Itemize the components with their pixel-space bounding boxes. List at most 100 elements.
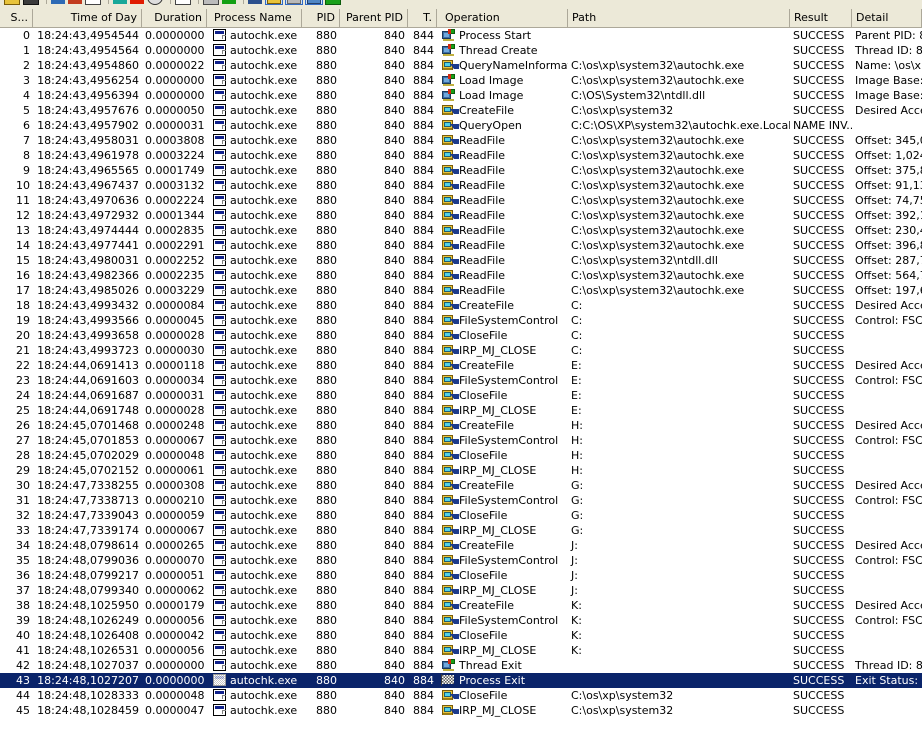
cell-pid: 880 <box>302 553 340 568</box>
column-header-proc[interactable]: Process Name <box>210 9 302 27</box>
table-row[interactable]: 18 18:24:43,4993432 0.0000084 autochk.exe 88… <box>0 298 922 313</box>
table-row[interactable]: 33 18:24:47,7339174 0.0000067 autochk.exe 88… <box>0 523 922 538</box>
cell-res-text: SUCCESS <box>793 239 845 252</box>
props-icon[interactable] <box>203 0 219 5</box>
clear-icon[interactable] <box>85 0 101 5</box>
table-row[interactable]: 36 18:24:48,0799217 0.0000051 autochk.exe 88… <box>0 568 922 583</box>
open-icon[interactable] <box>4 0 20 5</box>
table-row[interactable]: 34 18:24:48,0798614 0.0000265 autochk.exe 88… <box>0 538 922 553</box>
cell-seq-text: 43 <box>16 674 30 687</box>
table-row[interactable]: 43 18:24:48,1027207 0.0000000 autochk.exe 88… <box>0 673 922 688</box>
table-row[interactable]: 39 18:24:48,1026249 0.0000056 autochk.exe 88… <box>0 613 922 628</box>
column-header-ppid[interactable]: Parent PID <box>340 9 408 27</box>
include-icon[interactable] <box>222 0 236 4</box>
find-icon[interactable] <box>147 0 163 5</box>
table-row[interactable]: 12 18:24:43,4972932 0.0001344 autochk.exe 88… <box>0 208 922 223</box>
process-event-icon <box>442 89 455 101</box>
cell-pid: 880 <box>302 628 340 643</box>
network-icon[interactable] <box>285 0 303 5</box>
table-row[interactable]: 11 18:24:43,4970636 0.0002224 autochk.exe 88… <box>0 193 922 208</box>
column-header-dur[interactable]: Duration <box>142 9 207 27</box>
cell-path-text: C:\os\xp\system32 <box>571 104 674 117</box>
event-list[interactable]: 0 18:24:43,4954544 0.0000000 autochk.exe 880… <box>0 28 922 729</box>
cell-proc: autochk.exe <box>210 478 302 493</box>
column-header-row[interactable]: S... Time of Day Duration Process Name PID Pa… <box>0 9 922 28</box>
save-icon[interactable] <box>23 0 39 5</box>
table-row[interactable]: 38 18:24:48,1025950 0.0000179 autochk.exe 88… <box>0 598 922 613</box>
table-row[interactable]: 27 18:24:45,0701853 0.0000067 autochk.exe 88… <box>0 433 922 448</box>
column-header-path[interactable]: Path <box>568 9 790 27</box>
highlight-icon[interactable] <box>130 0 144 4</box>
cell-proc-text: autochk.exe <box>230 149 298 162</box>
table-row[interactable]: 5 18:24:43,4957676 0.0000050 autochk.exe 880… <box>0 103 922 118</box>
table-row[interactable]: 2 18:24:43,4954860 0.0000022 autochk.exe 880… <box>0 58 922 73</box>
registry-icon[interactable] <box>248 0 262 4</box>
column-header-tid[interactable]: T. <box>408 9 437 27</box>
column-header-op[interactable]: Operation <box>441 9 568 27</box>
table-row[interactable]: 32 18:24:47,7339043 0.0000059 autochk.exe 88… <box>0 508 922 523</box>
table-row[interactable]: 0 18:24:43,4954544 0.0000000 autochk.exe 880… <box>0 28 922 43</box>
table-row[interactable]: 9 18:24:43,4965565 0.0001749 autochk.exe 880… <box>0 163 922 178</box>
window-icon <box>213 329 226 341</box>
table-row[interactable]: 23 18:24:44,0691603 0.0000034 autochk.exe 88… <box>0 373 922 388</box>
window-icon <box>213 494 226 506</box>
table-row[interactable]: 25 18:24:44,0691748 0.0000028 autochk.exe 88… <box>0 403 922 418</box>
table-row[interactable]: 26 18:24:45,0701468 0.0000248 autochk.exe 88… <box>0 418 922 433</box>
autoscroll-icon[interactable] <box>68 0 82 4</box>
table-row[interactable]: 35 18:24:48,0799036 0.0000070 autochk.exe 88… <box>0 553 922 568</box>
table-row[interactable]: 44 18:24:48,1028333 0.0000048 autochk.exe 88… <box>0 688 922 703</box>
jump-icon[interactable] <box>175 0 191 5</box>
file-event-icon <box>442 59 459 71</box>
table-row[interactable]: 16 18:24:43,4982366 0.0002235 autochk.exe 88… <box>0 268 922 283</box>
cell-path-text: H: <box>571 464 583 477</box>
table-row[interactable]: 41 18:24:48,1026531 0.0000056 autochk.exe 88… <box>0 643 922 658</box>
table-row[interactable]: 21 18:24:43,4993723 0.0000030 autochk.exe 88… <box>0 343 922 358</box>
table-row[interactable]: 45 18:24:48,1028459 0.0000047 autochk.exe 88… <box>0 703 922 718</box>
table-row[interactable]: 7 18:24:43,4958031 0.0003808 autochk.exe 880… <box>0 133 922 148</box>
table-row[interactable]: 6 18:24:43,4957902 0.0000031 autochk.exe 880… <box>0 118 922 133</box>
cell-path-text: C: <box>571 344 583 357</box>
capture-icon[interactable] <box>51 0 65 4</box>
table-row[interactable]: 15 18:24:43,4980031 0.0002252 autochk.exe 88… <box>0 253 922 268</box>
table-row[interactable]: 17 18:24:43,4985026 0.0003229 autochk.exe 88… <box>0 283 922 298</box>
cell-res-text: SUCCESS <box>793 509 845 522</box>
cell-path-text: C: <box>571 314 583 327</box>
table-row[interactable]: 10 18:24:43,4967437 0.0003132 autochk.exe 88… <box>0 178 922 193</box>
table-row[interactable]: 42 18:24:48,1027037 0.0000000 autochk.exe 88… <box>0 658 922 673</box>
cell-tid: 884 <box>408 133 437 148</box>
table-row[interactable]: 29 18:24:45,0702152 0.0000061 autochk.exe 88… <box>0 463 922 478</box>
cell-det: Control: FSCT <box>852 613 922 628</box>
table-row[interactable]: 40 18:24:48,1026408 0.0000042 autochk.exe 88… <box>0 628 922 643</box>
table-row[interactable]: 3 18:24:43,4956254 0.0000000 autochk.exe 880… <box>0 73 922 88</box>
table-row[interactable]: 4 18:24:43,4956394 0.0000000 autochk.exe 880… <box>0 88 922 103</box>
table-row[interactable]: 30 18:24:47,7338255 0.0000308 autochk.exe 88… <box>0 478 922 493</box>
cell-time-text: 18:24:43,4974444 <box>37 224 139 237</box>
table-row[interactable]: 37 18:24:48,0799340 0.0000062 autochk.exe 88… <box>0 583 922 598</box>
table-row[interactable]: 14 18:24:43,4977441 0.0002291 autochk.exe 88… <box>0 238 922 253</box>
table-row[interactable]: 31 18:24:47,7338713 0.0000210 autochk.exe 88… <box>0 493 922 508</box>
filesystem-icon[interactable] <box>265 0 283 5</box>
profiling-icon[interactable] <box>325 0 341 5</box>
cell-dur-text: 0.0000000 <box>145 74 205 87</box>
table-row[interactable]: 8 18:24:43,4961978 0.0003224 autochk.exe 880… <box>0 148 922 163</box>
process-icon[interactable] <box>305 0 323 5</box>
filter-icon[interactable] <box>113 0 127 4</box>
column-header-res[interactable]: Result <box>790 9 852 27</box>
cell-proc: autochk.exe <box>210 553 302 568</box>
table-row[interactable]: 13 18:24:43,4974444 0.0002835 autochk.exe 88… <box>0 223 922 238</box>
column-header-time[interactable]: Time of Day <box>33 9 142 27</box>
column-header-det[interactable]: Detail <box>852 9 922 27</box>
column-header-pid[interactable]: PID <box>302 9 340 27</box>
table-row[interactable]: 28 18:24:45,0702029 0.0000048 autochk.exe 88… <box>0 448 922 463</box>
table-row[interactable]: 20 18:24:43,4993658 0.0000028 autochk.exe 88… <box>0 328 922 343</box>
column-header-seq[interactable]: S... <box>0 9 33 27</box>
table-row[interactable]: 19 18:24:43,4993566 0.0000045 autochk.exe 88… <box>0 313 922 328</box>
table-row[interactable]: 22 18:24:44,0691413 0.0000118 autochk.exe 88… <box>0 358 922 373</box>
table-row[interactable]: 1 18:24:43,4954564 0.0000000 autochk.exe 880… <box>0 43 922 58</box>
table-row[interactable]: 24 18:24:44,0691687 0.0000031 autochk.exe 88… <box>0 388 922 403</box>
cell-ppid: 840 <box>340 133 408 148</box>
cell-pid: 880 <box>302 523 340 538</box>
cell-ppid: 840 <box>340 118 408 133</box>
cell-seq: 22 <box>0 358 33 373</box>
cell-dur-text: 0.0000265 <box>145 539 205 552</box>
